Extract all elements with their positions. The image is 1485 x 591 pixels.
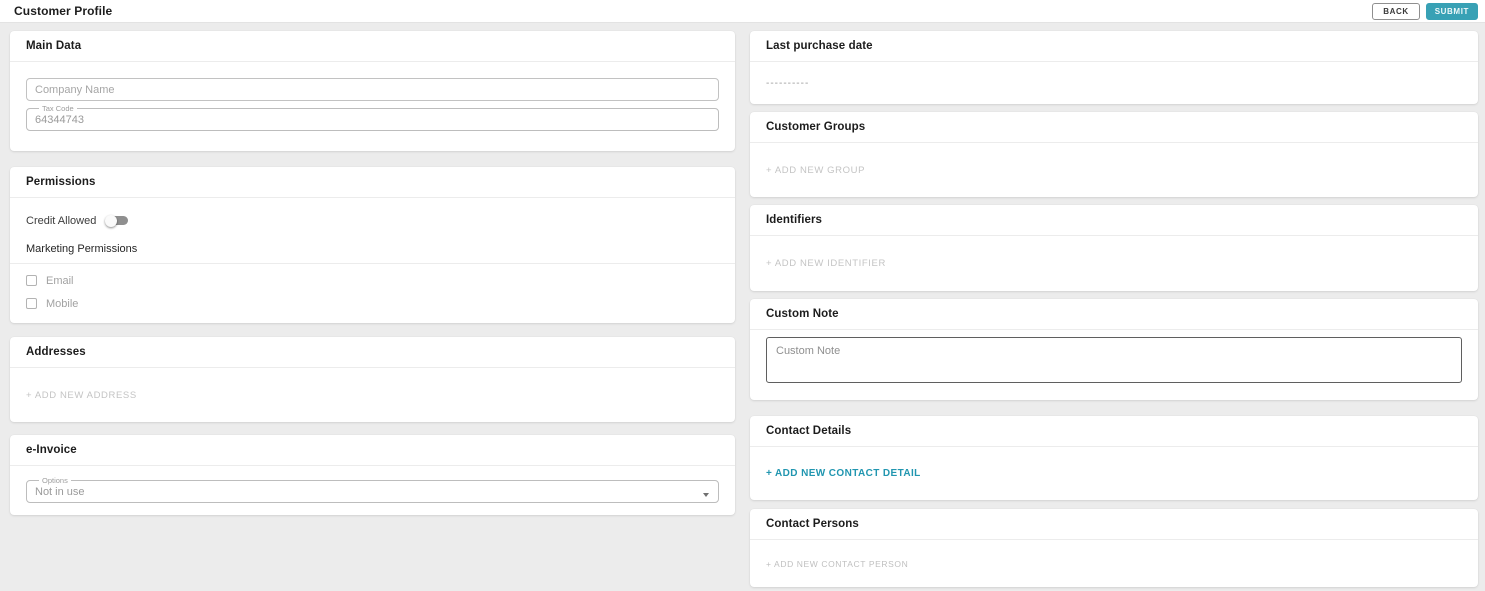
- add-new-identifier-button[interactable]: + ADD NEW IDENTIFIER: [766, 258, 886, 269]
- credit-allowed-toggle[interactable]: [105, 214, 129, 227]
- e-invoice-body: Options Not in use: [10, 466, 735, 503]
- contact-persons-body: + ADD NEW CONTACT PERSON: [750, 540, 1478, 587]
- customer-groups-body: + ADD NEW GROUP: [750, 143, 1478, 197]
- contact-persons-card: Contact Persons + ADD NEW CONTACT PERSON: [750, 509, 1478, 587]
- custom-note-body: [750, 330, 1478, 388]
- identifiers-body: + ADD NEW IDENTIFIER: [750, 236, 1478, 291]
- marketing-divider: [10, 263, 735, 264]
- tax-code-label: Tax Code: [39, 105, 77, 113]
- main-data-header: Main Data: [10, 31, 735, 62]
- company-name-input[interactable]: [26, 78, 719, 101]
- marketing-permissions-label: Marketing Permissions: [26, 243, 719, 255]
- options-label: Options: [39, 477, 71, 485]
- back-button[interactable]: BACK: [1372, 3, 1420, 20]
- submit-button[interactable]: SUBMIT: [1426, 3, 1478, 20]
- credit-allowed-row: Credit Allowed: [26, 214, 719, 227]
- options-select[interactable]: Options Not in use: [26, 477, 719, 503]
- customer-groups-card: Customer Groups + ADD NEW GROUP: [750, 112, 1478, 197]
- custom-note-header: Custom Note: [750, 299, 1478, 330]
- contact-persons-header: Contact Persons: [750, 509, 1478, 540]
- mobile-checkbox[interactable]: [26, 298, 37, 309]
- email-permission-row: Email: [26, 274, 719, 287]
- email-checkbox-label: Email: [46, 275, 74, 287]
- identifiers-header: Identifiers: [750, 205, 1478, 236]
- permissions-body: Credit Allowed Marketing Permissions Ema…: [10, 198, 735, 323]
- right-column: Last purchase date ---------- Customer G…: [750, 31, 1478, 587]
- add-new-group-button[interactable]: + ADD NEW GROUP: [766, 165, 865, 176]
- permissions-card: Permissions Credit Allowed Marketing Per…: [10, 167, 735, 323]
- addresses-card: Addresses + ADD NEW ADDRESS: [10, 337, 735, 422]
- email-checkbox[interactable]: [26, 275, 37, 286]
- options-value: Not in use: [35, 485, 710, 499]
- last-purchase-card: Last purchase date ----------: [750, 31, 1478, 104]
- addresses-header: Addresses: [10, 337, 735, 368]
- identifiers-card: Identifiers + ADD NEW IDENTIFIER: [750, 205, 1478, 291]
- top-bar: Customer Profile BACK SUBMIT: [0, 0, 1485, 23]
- contact-details-body: + ADD NEW CONTACT DETAIL: [750, 447, 1478, 500]
- add-new-address-button[interactable]: + ADD NEW ADDRESS: [26, 390, 137, 401]
- addresses-body: + ADD NEW ADDRESS: [10, 368, 735, 422]
- contact-details-card: Contact Details + ADD NEW CONTACT DETAIL: [750, 416, 1478, 500]
- main-data-body: Tax Code 64344743: [10, 62, 735, 131]
- mobile-checkbox-label: Mobile: [46, 298, 78, 310]
- e-invoice-header: e-Invoice: [10, 435, 735, 466]
- mobile-permission-row: Mobile: [26, 297, 719, 310]
- custom-note-textarea[interactable]: [766, 337, 1462, 383]
- chevron-down-icon: [703, 493, 709, 497]
- toggle-thumb-icon: [105, 215, 117, 227]
- custom-note-card: Custom Note: [750, 299, 1478, 400]
- tax-code-value[interactable]: 64344743: [35, 113, 710, 127]
- credit-allowed-label: Credit Allowed: [26, 215, 96, 227]
- main-data-card: Main Data Tax Code 64344743: [10, 31, 735, 151]
- content-area: Main Data Tax Code 64344743 Permissions …: [0, 23, 1485, 587]
- add-new-contact-detail-button[interactable]: + ADD NEW CONTACT DETAIL: [766, 468, 921, 479]
- last-purchase-value: ----------: [766, 78, 809, 89]
- add-new-contact-person-button[interactable]: + ADD NEW CONTACT PERSON: [766, 559, 908, 569]
- tax-code-field[interactable]: Tax Code 64344743: [26, 105, 719, 131]
- e-invoice-card: e-Invoice Options Not in use: [10, 435, 735, 515]
- permissions-header: Permissions: [10, 167, 735, 198]
- page-title: Customer Profile: [14, 4, 1372, 18]
- last-purchase-body: ----------: [750, 62, 1478, 104]
- left-column: Main Data Tax Code 64344743 Permissions …: [10, 31, 735, 587]
- contact-details-header: Contact Details: [750, 416, 1478, 447]
- last-purchase-header: Last purchase date: [750, 31, 1478, 62]
- customer-groups-header: Customer Groups: [750, 112, 1478, 143]
